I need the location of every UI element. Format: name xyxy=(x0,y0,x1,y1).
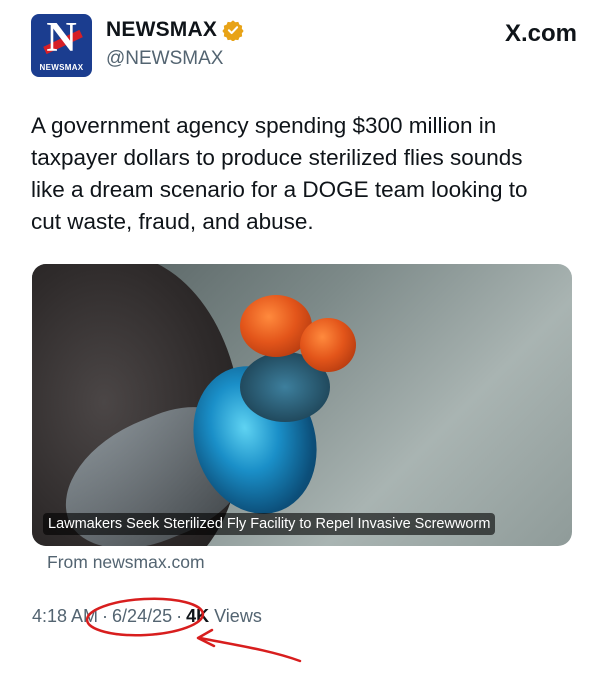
views-count: 4K xyxy=(186,606,210,626)
views-label: Views xyxy=(214,606,262,626)
tweet-time[interactable]: 4:18 AM xyxy=(32,606,98,627)
meta-separator: · xyxy=(176,606,183,626)
annotation-arrow xyxy=(198,636,302,663)
meta-separator: · xyxy=(102,606,109,626)
avatar[interactable]: N NEWSMAX xyxy=(31,14,92,77)
display-name[interactable]: NEWSMAX xyxy=(106,18,217,42)
fly-eye xyxy=(300,318,356,372)
avatar-letter: N xyxy=(46,15,77,61)
verified-badge-icon xyxy=(222,20,244,41)
handle[interactable]: @NEWSMAX xyxy=(106,48,223,70)
fly-photo xyxy=(32,264,572,546)
annotation-arrowhead xyxy=(196,628,216,648)
x-logo: X.com xyxy=(504,20,577,47)
tweet-meta: 4:18 AM · 6/24/25 · 4K Views xyxy=(32,606,262,627)
link-card[interactable]: Lawmakers Seek Sterilized Fly Facility t… xyxy=(32,264,572,546)
tweet-date[interactable]: 6/24/25 xyxy=(112,606,172,627)
card-caption: Lawmakers Seek Sterilized Fly Facility t… xyxy=(43,513,496,535)
name-row: NEWSMAX xyxy=(106,18,244,42)
tweet-text: A government agency spending $300 millio… xyxy=(31,113,528,234)
avatar-brand: NEWSMAX xyxy=(39,63,84,72)
tweet-header: N NEWSMAX NEWSMAX @NEWSMAX X.com xyxy=(31,14,577,78)
link-source[interactable]: From newsmax.com xyxy=(47,552,205,573)
